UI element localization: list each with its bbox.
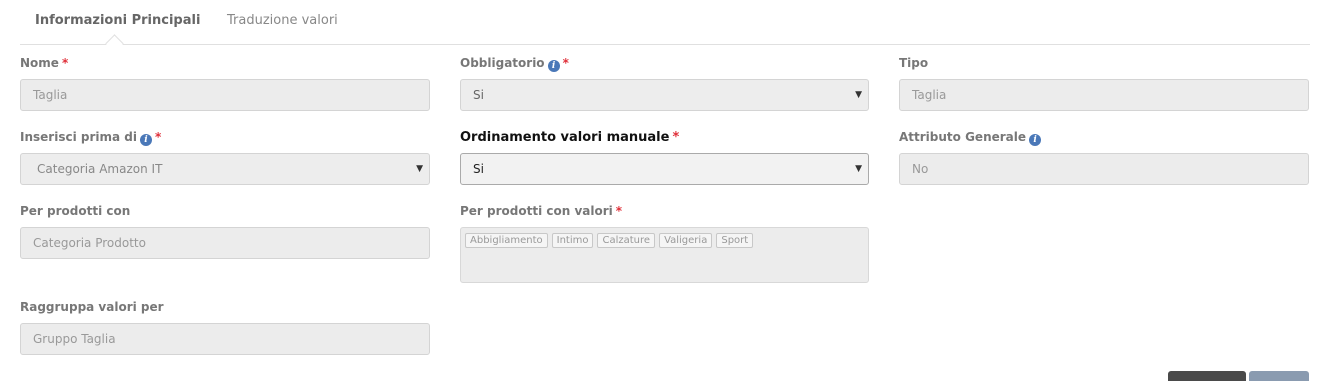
nome-value: Taglia: [33, 88, 68, 102]
info-icon[interactable]: i: [547, 60, 560, 72]
raggruppa-label-text: Raggruppa valori per: [20, 300, 164, 314]
required-mark: *: [61, 56, 69, 70]
attributo-generale-label-text: Attributo Generale: [899, 130, 1027, 144]
nome-label: Nome *: [20, 56, 68, 70]
nome-field: Taglia: [20, 79, 430, 111]
chevron-down-icon: ▼: [416, 164, 423, 174]
tag: Abbigliamento: [465, 233, 548, 248]
obbligatorio-select[interactable]: Si ▼: [460, 79, 869, 111]
obbligatorio-label-text: Obbligatorio: [460, 56, 545, 70]
primary-button[interactable]: [1168, 371, 1246, 381]
per-prodotti-valori-tags[interactable]: Abbigliamento Intimo Calzature Valigeria Spo…: [460, 227, 869, 283]
required-mark: *: [562, 56, 569, 70]
nome-label-text: Nome: [20, 56, 59, 70]
required-mark: *: [154, 130, 162, 144]
attributo-generale-value: No: [912, 162, 929, 176]
chevron-down-icon: ▼: [855, 164, 862, 174]
ordinamento-select[interactable]: Si ▼: [460, 153, 869, 185]
raggruppa-value: Gruppo Taglia: [33, 332, 116, 346]
attributo-generale-field: No: [899, 153, 1309, 185]
inserisci-prima-label: Inserisci prima di i *: [20, 130, 161, 146]
per-prodotti-valori-label: Per prodotti con valori *: [460, 204, 622, 218]
secondary-button[interactable]: [1249, 371, 1309, 381]
obbligatorio-value: Si: [473, 88, 484, 102]
tipo-value: Taglia: [912, 88, 947, 102]
required-mark: *: [672, 130, 680, 145]
tab-traduzione-valori[interactable]: Traduzione valori: [227, 13, 338, 28]
info-icon[interactable]: i: [1029, 134, 1042, 146]
chevron-down-icon: ▼: [855, 90, 862, 100]
attributo-generale-label: Attributo Generale i: [899, 130, 1042, 146]
tag: Calzature: [597, 233, 656, 248]
ordinamento-label-text: Ordinamento valori manuale: [460, 130, 670, 145]
active-tab-indicator: [105, 34, 124, 53]
info-icon[interactable]: i: [139, 134, 152, 146]
per-prodotti-con-label: Per prodotti con: [20, 204, 130, 218]
tipo-label-text: Tipo: [899, 56, 929, 70]
per-prodotti-valori-label-text: Per prodotti con valori: [460, 204, 613, 218]
tag: Sport: [716, 233, 754, 248]
tipo-field: Taglia: [899, 79, 1309, 111]
obbligatorio-label: Obbligatorio i *: [460, 56, 569, 72]
per-prodotti-con-value: Categoria Prodotto: [33, 236, 146, 250]
raggruppa-field: Gruppo Taglia: [20, 323, 430, 355]
tag: Valigeria: [659, 233, 713, 248]
tab-informazioni-principali[interactable]: Informazioni Principali: [35, 13, 200, 28]
required-mark: *: [615, 204, 623, 218]
tab-bar: Informazioni Principali Traduzione valor…: [20, 0, 1310, 53]
per-prodotti-con-field: Categoria Prodotto: [20, 227, 430, 259]
per-prodotti-con-label-text: Per prodotti con: [20, 204, 131, 218]
tag: Intimo: [551, 233, 594, 248]
inserisci-prima-value: Categoria Amazon IT: [37, 162, 163, 176]
inserisci-prima-select[interactable]: Categoria Amazon IT ▼: [20, 153, 430, 185]
tipo-label: Tipo: [899, 56, 928, 70]
ordinamento-label: Ordinamento valori manuale *: [460, 130, 679, 145]
ordinamento-value: Si: [473, 162, 484, 176]
inserisci-prima-label-text: Inserisci prima di: [20, 130, 137, 144]
raggruppa-label: Raggruppa valori per: [20, 300, 164, 314]
